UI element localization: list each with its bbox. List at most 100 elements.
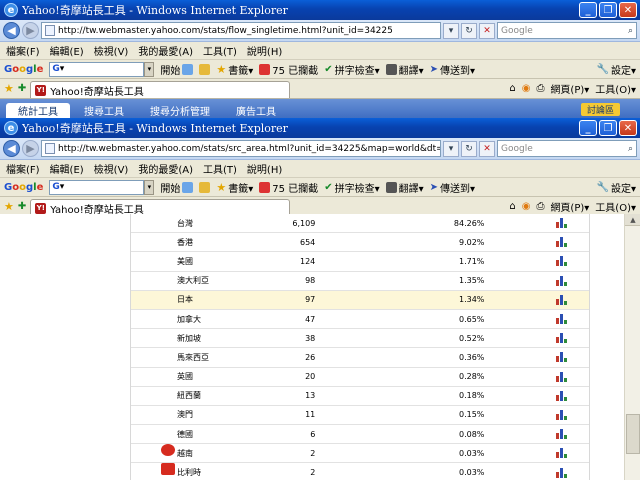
- google-start-button[interactable]: 開始: [160, 62, 194, 77]
- forward-button[interactable]: ▶: [22, 22, 39, 39]
- home-icon[interactable]: ⌂: [509, 83, 515, 94]
- favorites-star-icon[interactable]: ★: [4, 82, 14, 95]
- bar-chart-icon[interactable]: [555, 371, 567, 382]
- menu-help[interactable]: 說明(H): [247, 43, 282, 58]
- bar-chart-icon[interactable]: [555, 352, 567, 363]
- menu-file[interactable]: 檔案(F): [6, 161, 40, 176]
- percent-cell: 0.08%: [458, 429, 485, 439]
- page-menu[interactable]: 網頁(P)▾: [550, 81, 589, 96]
- menu-tools[interactable]: 工具(T): [203, 43, 237, 58]
- page-icon: [45, 25, 55, 36]
- count-cell: 20: [305, 372, 316, 382]
- menu-favorites[interactable]: 我的最愛(A): [138, 161, 193, 176]
- front-search-input[interactable]: Google ⌕: [497, 140, 637, 157]
- google-settings-button[interactable]: 🔧 設定▾: [597, 62, 636, 77]
- search-icon[interactable]: ⌕: [628, 26, 636, 36]
- tab-stats-tools[interactable]: 統計工具: [6, 103, 70, 118]
- feeds-icon[interactable]: ◉: [522, 201, 531, 212]
- search-icon[interactable]: ⌕: [628, 144, 636, 154]
- refresh-button[interactable]: ↻: [461, 140, 477, 157]
- print-icon[interactable]: ⎙: [536, 83, 544, 94]
- popup-blocker-button[interactable]: 75 已攔截: [259, 62, 318, 77]
- add-favorites-icon[interactable]: ✚: [18, 83, 26, 94]
- spellcheck-button[interactable]: ✔ 拼字檢查▾: [324, 62, 379, 77]
- google-start-button[interactable]: 開始: [160, 180, 194, 195]
- address-dropdown-button[interactable]: ▾: [443, 22, 459, 39]
- google-search-input[interactable]: G ▾: [49, 179, 145, 195]
- vertical-scrollbar[interactable]: ▲: [624, 214, 640, 480]
- translate-button[interactable]: 翻譯▾: [385, 180, 424, 195]
- add-favorites-icon[interactable]: ✚: [18, 201, 26, 212]
- bar-chart-icon[interactable]: [555, 314, 567, 325]
- menu-edit[interactable]: 編輯(E): [50, 43, 84, 58]
- tools-menu[interactable]: 工具(O)▾: [595, 199, 636, 214]
- bar-chart-icon[interactable]: [555, 333, 567, 344]
- menu-help[interactable]: 說明(H): [247, 161, 282, 176]
- menu-tools[interactable]: 工具(T): [203, 161, 237, 176]
- bar-chart-icon[interactable]: [555, 256, 567, 267]
- country-name: 比利時: [177, 468, 201, 478]
- menu-file[interactable]: 檔案(F): [6, 43, 40, 58]
- send-to-button[interactable]: ➤ 傳送到▾: [430, 180, 475, 195]
- back-button[interactable]: ◀: [3, 22, 20, 39]
- feeds-icon[interactable]: ◉: [522, 83, 531, 94]
- menu-favorites[interactable]: 我的最愛(A): [138, 43, 193, 58]
- menu-edit[interactable]: 編輯(E): [50, 161, 84, 176]
- toolbar-icon[interactable]: [199, 181, 211, 193]
- bookmarks-button[interactable]: ★ 書籤▾: [216, 62, 253, 77]
- back-title-bar[interactable]: e Yahoo!奇摩站長工具 - Windows Internet Explor…: [0, 0, 640, 20]
- scroll-up-arrow[interactable]: ▲: [625, 214, 640, 226]
- back-browser-tab[interactable]: Y! Yahoo!奇摩站長工具: [30, 81, 291, 98]
- bar-chart-icon[interactable]: [555, 237, 567, 248]
- toolbar-icon[interactable]: [199, 63, 211, 75]
- tab-search-tools[interactable]: 搜尋工具: [72, 103, 136, 118]
- google-dropdown-button[interactable]: ▾: [144, 61, 155, 77]
- bookmarks-button[interactable]: ★ 書籤▾: [216, 180, 253, 195]
- bar-chart-icon[interactable]: [555, 448, 567, 459]
- bar-chart-icon[interactable]: [555, 294, 567, 305]
- country-cell: 紐西蘭: [131, 390, 246, 401]
- home-icon[interactable]: ⌂: [509, 201, 515, 212]
- refresh-button[interactable]: ↻: [461, 22, 477, 39]
- page-menu[interactable]: 網頁(P)▾: [550, 199, 589, 214]
- tools-menu[interactable]: 工具(O)▾: [595, 81, 636, 96]
- close-button[interactable]: ✕: [619, 2, 637, 18]
- back-address-bar: ◀ ▶ http://tw.webmaster.yahoo.com/stats/…: [0, 20, 640, 42]
- site-nav-tabs: 統計工具 搜尋工具 搜尋分析管理 廣告工具 討論區: [0, 99, 640, 118]
- maximize-button[interactable]: ❐: [599, 2, 617, 18]
- send-to-button[interactable]: ➤ 傳送到▾: [430, 62, 475, 77]
- back-search-input[interactable]: Google ⌕: [497, 22, 637, 39]
- forward-button[interactable]: ▶: [22, 140, 39, 157]
- close-button[interactable]: ✕: [619, 120, 637, 136]
- favorites-star-icon[interactable]: ★: [4, 200, 14, 213]
- menu-view[interactable]: 檢視(V): [94, 161, 129, 176]
- forum-button[interactable]: 討論區: [580, 103, 620, 116]
- back-button[interactable]: ◀: [3, 140, 20, 157]
- print-icon[interactable]: ⎙: [536, 201, 544, 212]
- tab-search-analysis[interactable]: 搜尋分析管理: [138, 103, 222, 118]
- bar-chart-icon[interactable]: [555, 429, 567, 440]
- popup-blocker-button[interactable]: 75 已攔截: [259, 180, 318, 195]
- bar-chart-icon[interactable]: [555, 467, 567, 478]
- bar-chart-icon[interactable]: [555, 218, 567, 229]
- front-title-bar[interactable]: e Yahoo!奇摩站長工具 - Windows Internet Explor…: [0, 118, 640, 138]
- bar-chart-icon[interactable]: [555, 390, 567, 401]
- address-dropdown-button[interactable]: ▾: [443, 140, 459, 157]
- back-address-input[interactable]: http://tw.webmaster.yahoo.com/stats/flow…: [41, 22, 441, 39]
- tab-ad-tools[interactable]: 廣告工具: [224, 103, 288, 118]
- scroll-thumb[interactable]: [626, 414, 640, 454]
- google-search-input[interactable]: G ▾: [49, 61, 145, 77]
- translate-button[interactable]: 翻譯▾: [385, 62, 424, 77]
- stop-button[interactable]: ✕: [479, 22, 495, 39]
- menu-view[interactable]: 檢視(V): [94, 43, 129, 58]
- bar-chart-icon[interactable]: [555, 409, 567, 420]
- minimize-button[interactable]: _: [579, 120, 597, 136]
- spellcheck-button[interactable]: ✔ 拼字檢查▾: [324, 180, 379, 195]
- stop-button[interactable]: ✕: [479, 140, 495, 157]
- minimize-button[interactable]: _: [579, 2, 597, 18]
- google-dropdown-button[interactable]: ▾: [144, 179, 155, 195]
- bar-chart-icon[interactable]: [555, 275, 567, 286]
- maximize-button[interactable]: ❐: [599, 120, 617, 136]
- google-settings-button[interactable]: 🔧 設定▾: [597, 180, 636, 195]
- front-address-input[interactable]: http://tw.webmaster.yahoo.com/stats/src_…: [41, 140, 441, 157]
